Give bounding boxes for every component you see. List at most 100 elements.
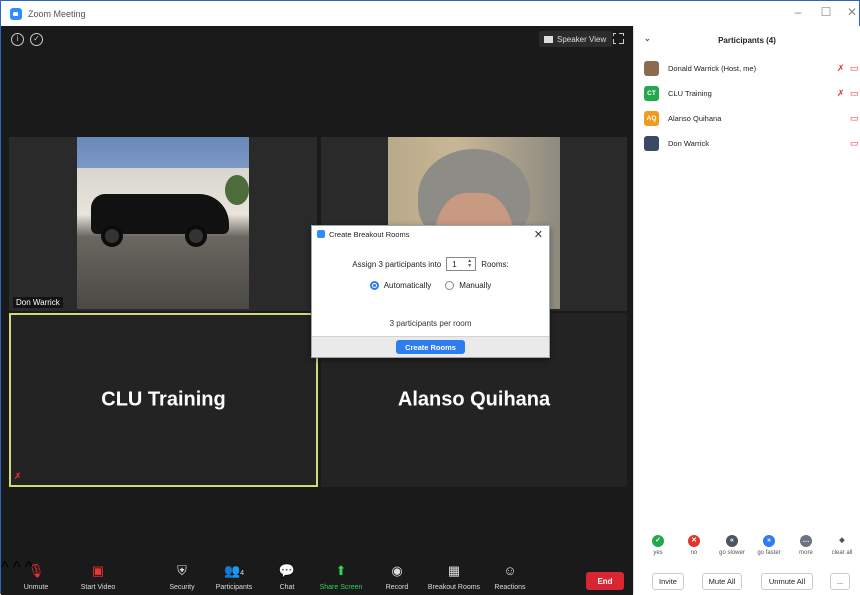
video-feed-car-image [77, 137, 249, 309]
reaction-label: go faster [757, 550, 781, 556]
rooms-value: 1 [452, 259, 457, 269]
muted-mic-icon[interactable]: ✗ [837, 88, 845, 99]
video-off-icon[interactable]: ▭ [850, 63, 859, 74]
start-video-label: Start Video [80, 584, 116, 591]
radio-selected-icon[interactable] [369, 281, 379, 290]
muted-mic-icon[interactable]: ✗ [837, 63, 845, 74]
title-bar: Zoom Meeting – ☐ ✕ [1, 1, 859, 26]
unmute-all-button[interactable]: Unmute All [761, 573, 813, 590]
radio-manually-label: Manually [459, 281, 492, 290]
breakout-rooms-label: Breakout Rooms [427, 584, 481, 591]
video-off-icon[interactable]: ▭ [850, 138, 859, 149]
shield-icon: ⛨ [177, 563, 187, 578]
zoom-window: Zoom Meeting – ☐ ✕ i ✓ Speaker View Don … [0, 0, 860, 595]
eraser-icon: ◆ [836, 535, 848, 547]
video-tile-clu-training[interactable]: CLU Training ✗ [9, 313, 318, 487]
radio-automatically[interactable]: Automatically [369, 281, 432, 290]
tile-big-name: CLU Training [101, 388, 226, 411]
participant-name: Alanso Quihana [668, 113, 722, 123]
participants-button[interactable]: 👥4 Participants [205, 563, 263, 591]
fast-forward-icon: » [763, 535, 775, 547]
reaction-no[interactable]: ✕ no [679, 535, 709, 556]
radio-automatically-label: Automatically [383, 281, 432, 290]
close-window-button[interactable]: ✕ [844, 5, 860, 19]
assign-prefix-label: Assign 3 participants into [352, 259, 442, 269]
radio-unselected-icon[interactable] [445, 281, 455, 290]
end-meeting-button[interactable]: End [586, 572, 624, 590]
rooms-suffix-label: Rooms: [481, 259, 509, 269]
create-rooms-button[interactable]: Create Rooms [396, 340, 465, 354]
dialog-title-bar: Create Breakout Rooms [312, 226, 549, 242]
participant-row[interactable]: AQ Alanso Quihana ▭ [634, 108, 860, 128]
assign-row: Assign 3 participants into 1 ▲ ▼ Rooms: [312, 257, 549, 271]
reaction-go-slower[interactable]: « go slower [717, 535, 747, 556]
more-icon: … [800, 535, 812, 547]
participant-row[interactable]: CT CLU Training ✗ ▭ [634, 83, 860, 103]
radio-manually[interactable]: Manually [445, 281, 491, 290]
muted-mic-icon: 🎙 [27, 563, 45, 578]
unmute-label: Unmute [23, 584, 49, 591]
info-icon[interactable]: i [11, 33, 24, 46]
collapse-chevron-icon[interactable]: ⌄ [644, 34, 651, 43]
panel-title: Participants (4) [718, 35, 776, 45]
rooms-stepper[interactable]: 1 ▲ ▼ [446, 257, 477, 271]
reactions-label: Reactions [494, 584, 526, 591]
reaction-label: clear all [831, 550, 853, 556]
participant-name: CLU Training [668, 88, 712, 98]
fullscreen-icon[interactable] [612, 32, 624, 44]
chat-bubble-icon: 💬 [278, 563, 296, 578]
assign-mode-options: Automatically Manually [312, 281, 549, 290]
reaction-yes[interactable]: ✓ yes [643, 535, 673, 556]
more-options-button[interactable]: ... [830, 573, 850, 590]
speaker-view-button[interactable]: Speaker View [539, 31, 613, 47]
breakout-rooms-button[interactable]: ▦ Breakout Rooms [425, 563, 483, 591]
dialog-close-button[interactable]: ✕ [534, 228, 543, 241]
meeting-toolbar: 🎙 Unmute ^ ▣ Start Video ^ ⛨ Security 👥4… [1, 559, 633, 595]
speaker-view-icon [544, 35, 553, 43]
chat-button[interactable]: 💬 Chat [258, 563, 316, 591]
record-label: Record [385, 584, 409, 591]
minimize-button[interactable]: – [790, 5, 806, 19]
dialog-title: Create Breakout Rooms [329, 229, 410, 239]
avatar [644, 60, 659, 76]
video-off-icon[interactable]: ▭ [850, 88, 859, 99]
stepper-arrows-icon[interactable]: ▲ ▼ [467, 259, 472, 269]
unmute-button[interactable]: 🎙 Unmute [7, 563, 65, 591]
record-button[interactable]: ◉ Record [368, 563, 426, 591]
speaker-view-label: Speaker View [557, 34, 607, 44]
maximize-button[interactable]: ☐ [818, 5, 834, 19]
start-video-button[interactable]: ▣ Start Video [69, 563, 127, 591]
participant-row[interactable]: Donald Warrick (Host, me) ✗ ▭ [634, 58, 860, 78]
reaction-label: go slower [719, 550, 745, 556]
muted-mic-icon: ✗ [14, 471, 22, 481]
participants-panel: ⌄ Participants (4) Donald Warrick (Host,… [633, 26, 860, 594]
avatar: CT [644, 85, 659, 101]
reactions-button[interactable]: ☺ Reactions [481, 563, 539, 591]
reaction-label: more [799, 550, 813, 556]
reactions-emoji-icon: ☺ [503, 563, 517, 578]
share-screen-button[interactable]: ⬆ Share Screen [312, 563, 370, 591]
dialog-footer: Create Rooms [312, 336, 549, 357]
reaction-label: yes [653, 550, 663, 556]
participant-row[interactable]: Don Warrick ▭ [634, 133, 860, 153]
chat-label: Chat [279, 584, 295, 591]
shield-icon[interactable]: ✓ [30, 33, 43, 46]
avatar [644, 135, 659, 151]
reaction-clear-all[interactable]: ◆ clear all [827, 535, 857, 556]
video-off-icon: ▣ [91, 563, 105, 578]
security-button[interactable]: ⛨ Security [153, 563, 211, 591]
breakout-rooms-icon: ▦ [447, 563, 461, 578]
x-icon: ✕ [688, 535, 700, 547]
zoom-logo-icon [317, 230, 325, 238]
participants-count: 4 [240, 570, 245, 577]
checkmark-icon: ✓ [652, 535, 664, 547]
video-off-icon[interactable]: ▭ [850, 113, 859, 124]
invite-button[interactable]: Invite [652, 573, 684, 590]
mute-all-button[interactable]: Mute All [702, 573, 742, 590]
panel-header: ⌄ Participants (4) [634, 26, 860, 54]
reaction-more[interactable]: … more [791, 535, 821, 556]
avatar: AQ [644, 110, 659, 126]
tile-name-label: Don Warrick [13, 297, 63, 308]
reaction-go-faster[interactable]: » go faster [754, 535, 784, 556]
window-title: Zoom Meeting [28, 8, 86, 19]
